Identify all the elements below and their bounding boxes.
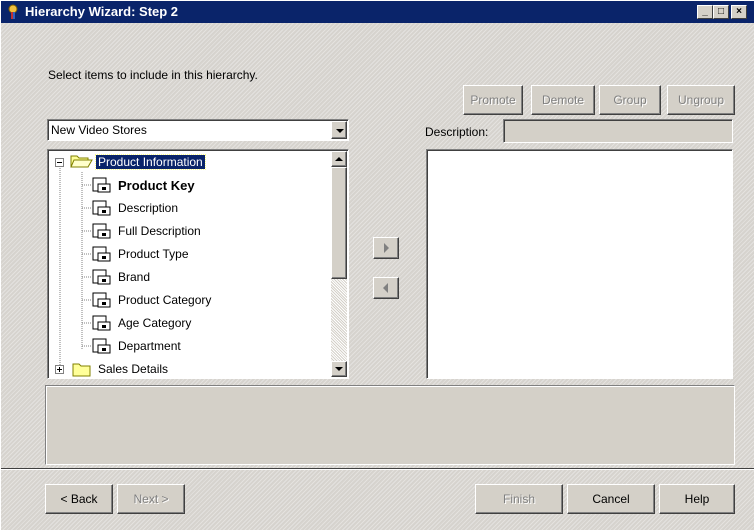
minimize-icon: _ bbox=[702, 6, 708, 17]
finish-label: Finish bbox=[502, 492, 535, 506]
hierarchy-wizard-window: Hierarchy Wizard: Step 2 _ □ × Select it… bbox=[0, 0, 754, 530]
field-icon bbox=[92, 292, 111, 308]
group-label: Group bbox=[613, 93, 647, 107]
help-button[interactable]: Help bbox=[659, 484, 735, 514]
field-icon bbox=[92, 223, 111, 239]
ungroup-button[interactable]: Ungroup bbox=[667, 85, 735, 115]
tree-vertical-scrollbar[interactable] bbox=[331, 151, 347, 377]
instructions-text: Select items to include in this hierarch… bbox=[48, 68, 258, 82]
field-icon bbox=[92, 200, 111, 216]
chevron-down-icon bbox=[336, 129, 344, 133]
field-icon bbox=[92, 338, 111, 354]
description-field[interactable] bbox=[503, 119, 733, 143]
next-button[interactable]: Next > bbox=[117, 484, 185, 514]
status-panel bbox=[45, 385, 735, 465]
wizard-app-icon bbox=[8, 4, 18, 19]
collapse-icon[interactable] bbox=[55, 158, 64, 167]
back-label: < Back bbox=[60, 492, 98, 506]
source-select[interactable]: New Video Stores bbox=[47, 119, 349, 141]
closed-folder-icon bbox=[72, 363, 91, 377]
promote-label: Promote bbox=[470, 93, 516, 107]
separator-highlight bbox=[1, 469, 754, 470]
maximize-button[interactable]: □ bbox=[713, 5, 729, 19]
tree-item-label: Description bbox=[118, 201, 179, 215]
demote-button[interactable]: Demote bbox=[531, 85, 595, 115]
tree-item-label: Department bbox=[118, 339, 181, 353]
help-label: Help bbox=[684, 492, 710, 506]
tree-item-label: Brand bbox=[118, 270, 151, 284]
remove-arrow-icon bbox=[383, 283, 388, 293]
maximize-icon: □ bbox=[717, 6, 725, 17]
title-bar[interactable]: Hierarchy Wizard: Step 2 _ □ × bbox=[1, 1, 754, 23]
next-label: Next > bbox=[133, 492, 169, 506]
scroll-up-button[interactable] bbox=[331, 151, 347, 167]
window-title: Hierarchy Wizard: Step 2 bbox=[25, 4, 179, 19]
source-dropdown-button[interactable] bbox=[331, 121, 347, 139]
remove-from-hierarchy-button[interactable] bbox=[373, 277, 399, 299]
tree-folder-label: Sales Details bbox=[98, 362, 169, 376]
source-select-value: New Video Stores bbox=[51, 123, 147, 137]
field-icon bbox=[92, 269, 111, 285]
field-icon bbox=[92, 315, 111, 331]
promote-button[interactable]: Promote bbox=[463, 85, 523, 115]
tree-item-label: Product Type bbox=[118, 247, 189, 261]
scroll-down-button[interactable] bbox=[331, 361, 347, 377]
arrow-up-icon bbox=[335, 157, 343, 161]
tree-folder-label: Product Information bbox=[95, 154, 206, 170]
tree-item-label: Product Category bbox=[118, 293, 212, 307]
minimize-button[interactable]: _ bbox=[697, 5, 713, 19]
field-icon bbox=[92, 246, 111, 262]
cancel-button[interactable]: Cancel bbox=[567, 484, 655, 514]
key-field-icon bbox=[92, 177, 111, 193]
finish-button[interactable]: Finish bbox=[475, 484, 563, 514]
add-to-hierarchy-button[interactable] bbox=[373, 237, 399, 259]
group-button[interactable]: Group bbox=[599, 85, 661, 115]
tree-item-label: Product Key bbox=[118, 178, 195, 193]
ungroup-label: Ungroup bbox=[677, 93, 725, 107]
demote-label: Demote bbox=[541, 93, 585, 107]
back-button[interactable]: < Back bbox=[45, 484, 113, 514]
cancel-label: Cancel bbox=[592, 492, 630, 506]
hierarchy-list[interactable] bbox=[426, 149, 733, 379]
add-arrow-icon bbox=[384, 243, 389, 253]
close-icon: × bbox=[736, 6, 742, 17]
description-label: Description: bbox=[425, 125, 489, 139]
tree-item-label: Age Category bbox=[118, 316, 192, 330]
open-folder-icon bbox=[70, 155, 93, 168]
scroll-thumb[interactable] bbox=[331, 167, 347, 279]
tree-item-label: Full Description bbox=[118, 224, 201, 238]
field-tree[interactable]: Product Information Product Key Descript… bbox=[47, 149, 349, 379]
expand-icon[interactable] bbox=[55, 365, 64, 374]
arrow-down-icon bbox=[335, 367, 343, 371]
close-button[interactable]: × bbox=[731, 5, 747, 19]
